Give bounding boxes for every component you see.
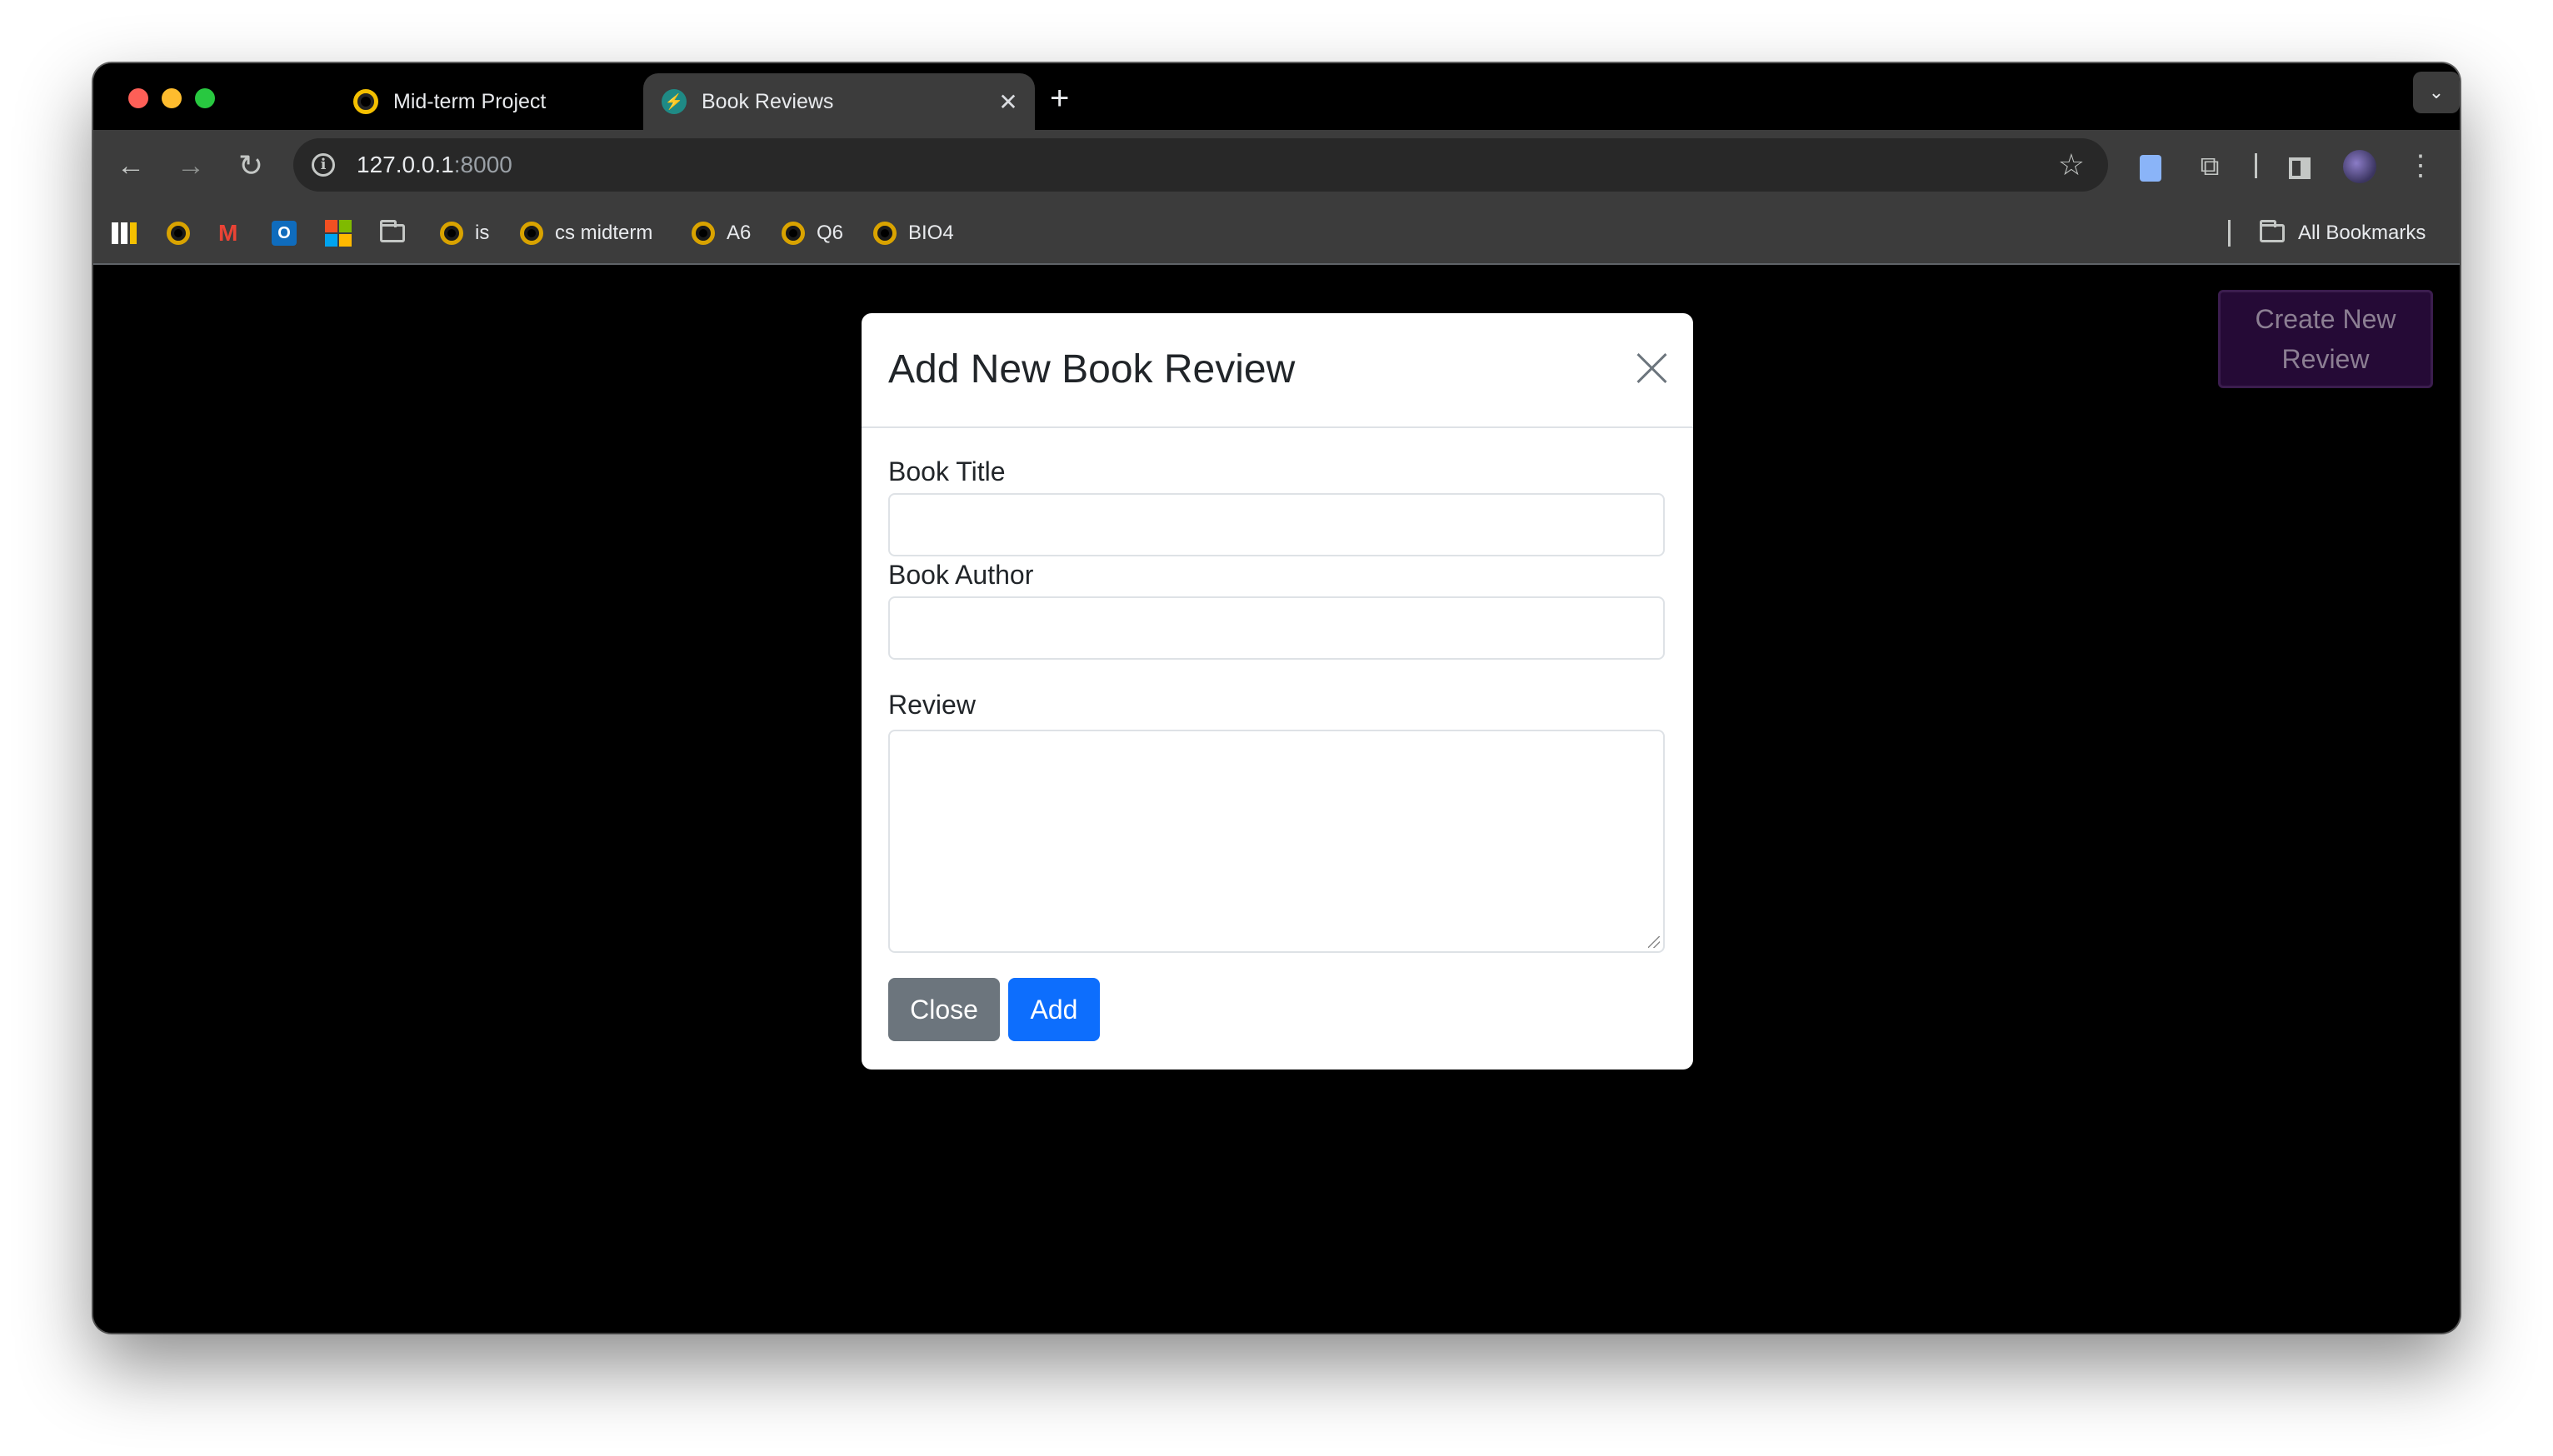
extensions-puzzle-icon[interactable]: ⧉ xyxy=(2193,148,2226,183)
tab-search-button[interactable]: ⌄ xyxy=(2413,72,2460,113)
book-author-input[interactable] xyxy=(888,596,1665,660)
bookmark-is[interactable]: is xyxy=(440,217,489,250)
review-textarea[interactable] xyxy=(888,730,1665,953)
bookmark-label: is xyxy=(475,222,490,244)
tab-title: Book Reviews xyxy=(702,89,834,113)
bookmark-star-icon[interactable]: ☆ xyxy=(2058,147,2085,182)
url-host: 127.0.0.1 xyxy=(357,152,454,177)
close-button[interactable]: Close xyxy=(888,978,1000,1041)
tab-strip: Mid-term Project ✕ ⚡ Book Reviews ✕ + ⌄ xyxy=(93,63,2460,130)
site-info-icon[interactable]: i xyxy=(312,153,335,177)
browser-window: Mid-term Project ✕ ⚡ Book Reviews ✕ + ⌄ … xyxy=(93,63,2460,1333)
outlook-icon: O xyxy=(272,221,297,246)
bookmark-favicon-only[interactable] xyxy=(167,217,190,250)
all-bookmarks-button[interactable]: All Bookmarks xyxy=(2260,217,2426,250)
bookmark-label: Q6 xyxy=(817,222,844,244)
bookmark-label: BIO4 xyxy=(908,222,954,244)
minimize-window-button[interactable] xyxy=(162,88,182,108)
folder-icon xyxy=(2260,220,2285,242)
book-title-input[interactable] xyxy=(888,493,1665,556)
bookmark-q6[interactable]: Q6 xyxy=(782,217,843,250)
close-icon[interactable] xyxy=(1635,352,1668,385)
book-title-label: Book Title xyxy=(888,456,1006,486)
forward-button[interactable]: → xyxy=(173,148,208,183)
bookmark-bio4[interactable]: BIO4 xyxy=(873,217,954,250)
reload-button[interactable]: ↻ xyxy=(233,148,268,183)
page-content: Create New Review Add New Book Review Bo… xyxy=(93,265,2460,1333)
side-panel-icon[interactable] xyxy=(2283,148,2316,183)
book-author-label: Book Author xyxy=(888,560,1034,590)
bookmark-favicon-icon xyxy=(167,222,190,245)
all-bookmarks-label: All Bookmarks xyxy=(2298,222,2426,244)
bookmark-a6[interactable]: A6 xyxy=(692,217,751,250)
bookmark-outlook[interactable]: O xyxy=(272,217,300,250)
extension-icon[interactable] xyxy=(2135,148,2166,183)
bolt-favicon-icon: ⚡ xyxy=(662,89,687,114)
back-button[interactable]: ← xyxy=(113,148,148,183)
bookmark-folder[interactable] xyxy=(380,217,413,250)
browser-toolbar: ← → ↻ i 127.0.0.1 :8000 ☆ ⧉ ⋮ xyxy=(93,130,2460,202)
bookmark-favicon-icon xyxy=(692,222,715,245)
tab-favicon-icon xyxy=(353,89,378,114)
close-window-button[interactable] xyxy=(128,88,148,108)
tab-title: Mid-term Project xyxy=(393,89,547,113)
add-review-modal: Add New Book Review Book Title Book Auth… xyxy=(862,313,1693,1070)
browser-menu-icon[interactable]: ⋮ xyxy=(2406,148,2435,183)
modal-header: Add New Book Review xyxy=(862,313,1693,428)
bookmark-lii-icon[interactable] xyxy=(112,217,140,250)
bookmark-label: A6 xyxy=(727,222,752,244)
bookmark-favicon-icon xyxy=(520,222,543,245)
bookmarks-bar: M O is cs midterm A6 Q6 BIO4 All Bookmar… xyxy=(93,202,2460,265)
microsoft-icon xyxy=(325,220,352,247)
new-tab-button[interactable]: + xyxy=(1050,82,1069,115)
add-button[interactable]: Add xyxy=(1008,978,1100,1041)
toolbar-divider xyxy=(2255,153,2257,178)
bookmark-cs-midterm[interactable]: cs midterm xyxy=(520,217,652,250)
bookmark-favicon-icon xyxy=(440,222,463,245)
review-label: Review xyxy=(888,690,976,720)
create-new-review-button[interactable]: Create New Review xyxy=(2218,290,2433,388)
profile-avatar[interactable] xyxy=(2343,150,2376,183)
folder-icon xyxy=(380,220,405,242)
resize-handle-icon[interactable] xyxy=(1648,936,1660,948)
bookmark-favicon-icon xyxy=(873,222,897,245)
bookmarks-divider xyxy=(2228,220,2231,247)
maximize-window-button[interactable] xyxy=(195,88,215,108)
bookmark-label: cs midterm xyxy=(555,222,653,244)
address-bar[interactable]: i 127.0.0.1 :8000 ☆ xyxy=(293,138,2108,192)
bookmark-favicon-icon xyxy=(782,222,805,245)
bookmark-gmail-icon[interactable]: M xyxy=(218,217,247,250)
tab-book-reviews[interactable]: ⚡ Book Reviews ✕ xyxy=(643,73,1035,130)
modal-title: Add New Book Review xyxy=(888,347,1296,391)
tab-close-icon[interactable]: ✕ xyxy=(992,88,1025,116)
bookmark-microsoft[interactable] xyxy=(325,217,353,250)
url-port: :8000 xyxy=(453,152,512,177)
